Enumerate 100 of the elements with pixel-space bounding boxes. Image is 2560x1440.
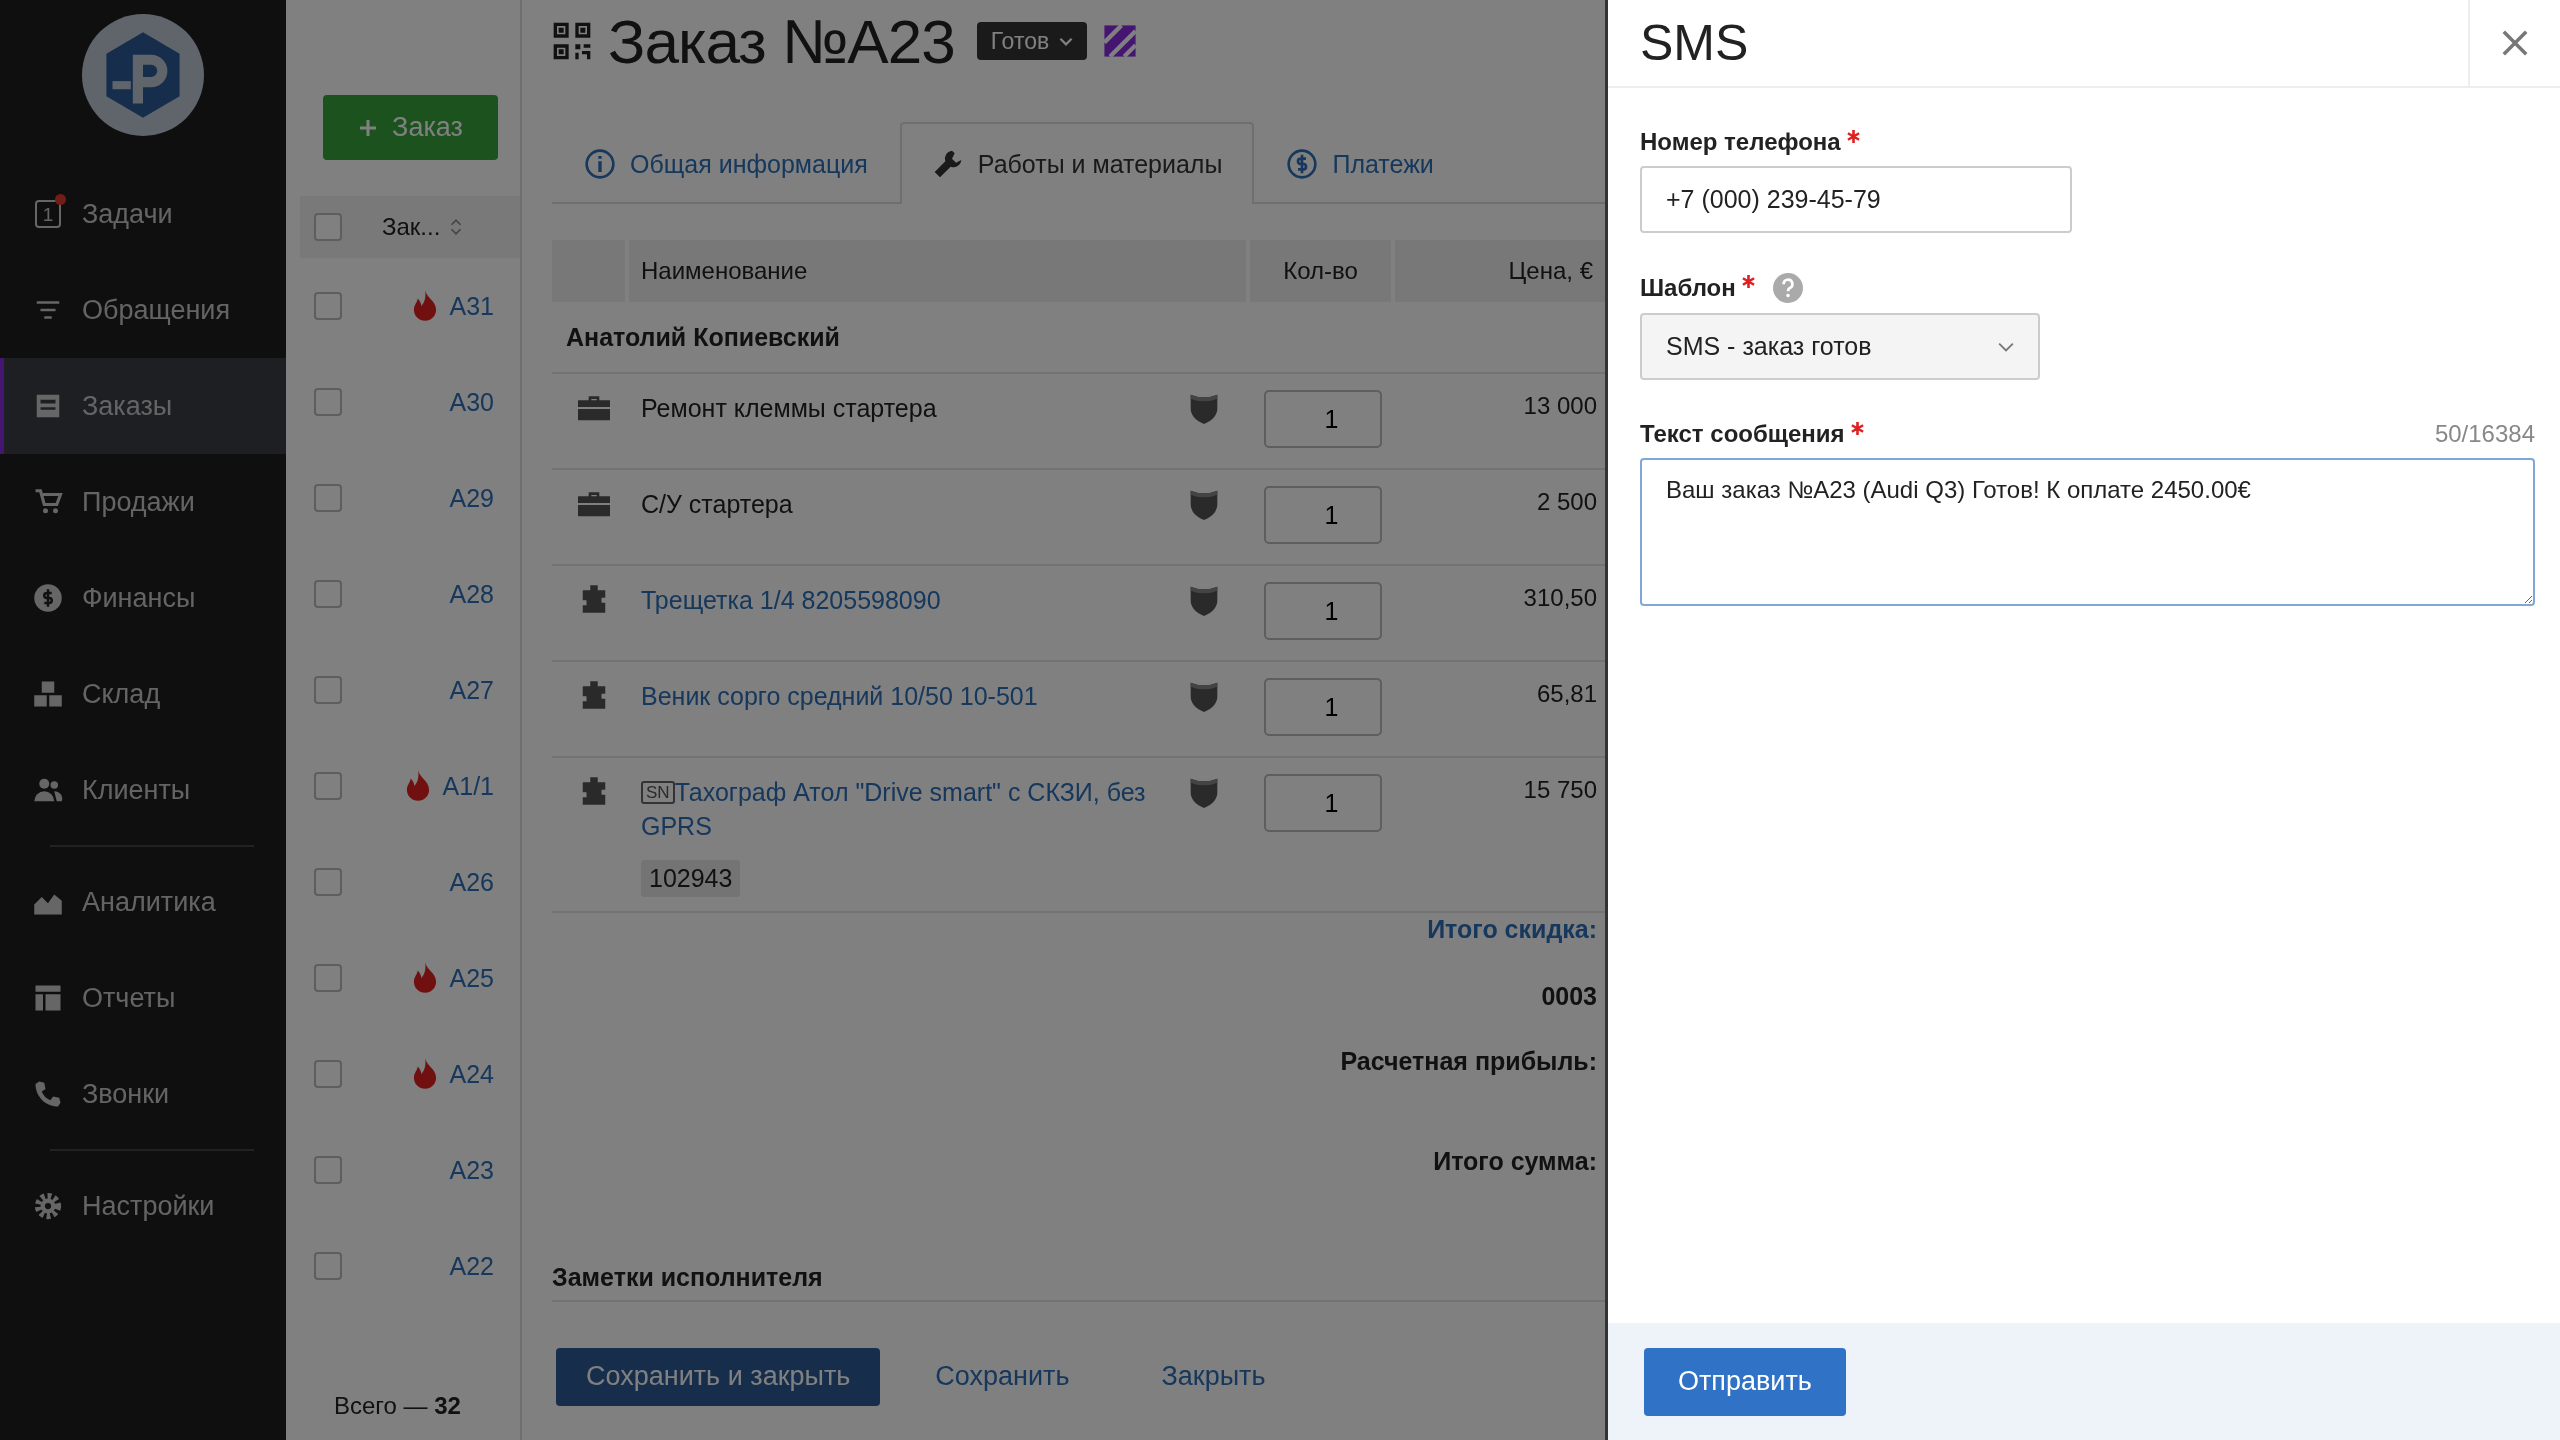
save-close-button[interactable]: Сохранить и закрыть: [556, 1347, 881, 1406]
dollar-icon: [1286, 148, 1319, 180]
checkbox[interactable]: [314, 964, 342, 992]
phone-icon: [33, 1079, 63, 1109]
message-field[interactable]: Ваш заказ №A23 (Audi Q3) Готов! К оплате 2450.00€: [1640, 458, 2535, 606]
qr-code-icon[interactable]: [552, 21, 592, 61]
column-header: Кол-во: [1250, 240, 1391, 302]
quantity-field[interactable]: 1: [1263, 678, 1382, 736]
order-link[interactable]: A1/1: [442, 771, 494, 801]
nav-item[interactable]: Заказы: [0, 358, 286, 454]
action-link[interactable]: Закрыть: [1124, 1347, 1303, 1406]
price-cell-text: 65,81: [1535, 679, 1598, 709]
field-label: Шаблон: [1640, 274, 1736, 302]
quantity-field[interactable]: 1: [1263, 486, 1382, 544]
template-select[interactable]: SMS - заказ готов: [1640, 313, 2040, 380]
nav-item[interactable]: Аналитика: [0, 854, 286, 950]
table-icon: [33, 983, 63, 1013]
checkbox[interactable]: [314, 292, 342, 320]
order-link[interactable]: A29: [449, 483, 494, 513]
total-count: Всего — 32: [333, 1392, 462, 1420]
send-button[interactable]: Отправить: [1644, 1347, 1846, 1416]
checkbox[interactable]: [314, 213, 342, 241]
customer-name: Анатолий Копиевский: [552, 302, 1605, 374]
order-title: Заказ №A23: [608, 5, 955, 77]
nav-item[interactable]: Клиенты: [0, 742, 286, 838]
checkbox[interactable]: [314, 1060, 342, 1088]
nav-item[interactable]: Обращения: [0, 262, 286, 358]
checkbox[interactable]: [314, 1156, 342, 1184]
order-link[interactable]: A25: [449, 963, 494, 993]
nav-item[interactable]: 1 Задачи: [0, 166, 286, 262]
order-link[interactable]: A31: [449, 291, 494, 321]
settings-icon: [33, 1191, 63, 1221]
dollar-icon: [33, 583, 63, 613]
field-label: Текст сообщения: [1640, 420, 1845, 448]
item-name: С/У стартера: [641, 489, 793, 520]
sort-icon[interactable]: [450, 218, 463, 236]
column-header[interactable]: Зак...: [382, 213, 441, 241]
checkbox[interactable]: [314, 676, 342, 704]
nav-item[interactable]: Звонки: [0, 1046, 286, 1142]
logo-icon: [82, 14, 204, 136]
tab[interactable]: Платежи: [1254, 122, 1466, 204]
info-icon: [584, 148, 616, 180]
boxes-icon: [33, 679, 63, 709]
serial-number: 102943: [641, 859, 741, 897]
nav-item[interactable]: Продажи: [0, 454, 286, 550]
item-name: Ремонт клеммы стартера: [641, 393, 937, 424]
nav-item[interactable]: Склад: [0, 646, 286, 742]
item-link[interactable]: Трещетка 1/4 8205598090: [641, 584, 941, 618]
chevron-down-icon: [1998, 341, 2014, 352]
shield-icon[interactable]: [1190, 584, 1218, 616]
order-link[interactable]: A24: [449, 1059, 494, 1089]
character-counter: 50/16384: [2434, 420, 2535, 448]
status-dropdown[interactable]: Готов: [976, 22, 1088, 60]
checkbox[interactable]: [314, 484, 342, 512]
phone-field[interactable]: +7 (000) 239-45-79: [1640, 166, 2072, 233]
nav-item[interactable]: Отчеты: [0, 950, 286, 1046]
action-link[interactable]: Сохранить: [898, 1347, 1107, 1406]
quantity-field[interactable]: 1: [1263, 582, 1382, 640]
striped-square-icon[interactable]: [1103, 24, 1138, 58]
price-cell-text: 15 750: [1522, 775, 1598, 805]
serial-number-tag: SN: [641, 781, 675, 804]
item-link[interactable]: Веник сорго средний 10/50 10-501: [641, 680, 1038, 714]
discount-total-link[interactable]: Итого скидка:: [1427, 914, 1597, 982]
notes-heading: Заметки исполнителя: [552, 1262, 1605, 1302]
order-link[interactable]: A28: [449, 579, 494, 609]
chevron-down-icon: [1059, 36, 1074, 46]
total-label: Расчетная прибыль:: [1340, 1046, 1597, 1077]
nav-item[interactable]: Финансы: [0, 550, 286, 646]
shield-icon[interactable]: [1190, 776, 1218, 808]
total-value: 0003: [1541, 981, 1597, 1012]
column-header: Цена, €: [1395, 240, 1605, 302]
shield-icon[interactable]: [1190, 680, 1218, 712]
panel-title: SMS: [1639, 14, 1750, 73]
price-cell-text: 310,50: [1522, 583, 1598, 613]
nav-item[interactable]: Настройки: [0, 1158, 286, 1254]
order-link[interactable]: A26: [449, 867, 494, 897]
field-label: Номер телефона: [1640, 128, 1841, 156]
order-link[interactable]: A27: [449, 675, 494, 705]
shield-icon[interactable]: [1190, 488, 1218, 520]
shield-icon[interactable]: [1190, 392, 1218, 424]
checkbox[interactable]: [314, 868, 342, 896]
quantity-field[interactable]: 1: [1263, 390, 1382, 448]
order-link[interactable]: A30: [449, 387, 494, 417]
checkbox[interactable]: [314, 580, 342, 608]
quantity-field[interactable]: 1: [1263, 774, 1382, 832]
close-icon[interactable]: [2501, 29, 2529, 57]
new-order-button[interactable]: Заказ: [323, 95, 498, 160]
order-link[interactable]: A22: [449, 1251, 494, 1281]
plus-icon: [358, 117, 379, 138]
order-link[interactable]: A23: [449, 1155, 494, 1185]
tab[interactable]: Общая информация: [552, 122, 900, 204]
help-icon[interactable]: [1772, 273, 1803, 303]
total-label: Итого сумма:: [1433, 1146, 1597, 1177]
tab[interactable]: Работы и материалы: [899, 122, 1255, 204]
checkbox[interactable]: [314, 1252, 342, 1280]
price-cell-text: 2 500: [1535, 487, 1598, 517]
price-cell-text: 13 000: [1522, 391, 1598, 421]
column-header: Наименование: [629, 240, 1246, 302]
checkbox[interactable]: [314, 388, 342, 416]
checkbox[interactable]: [314, 772, 342, 800]
